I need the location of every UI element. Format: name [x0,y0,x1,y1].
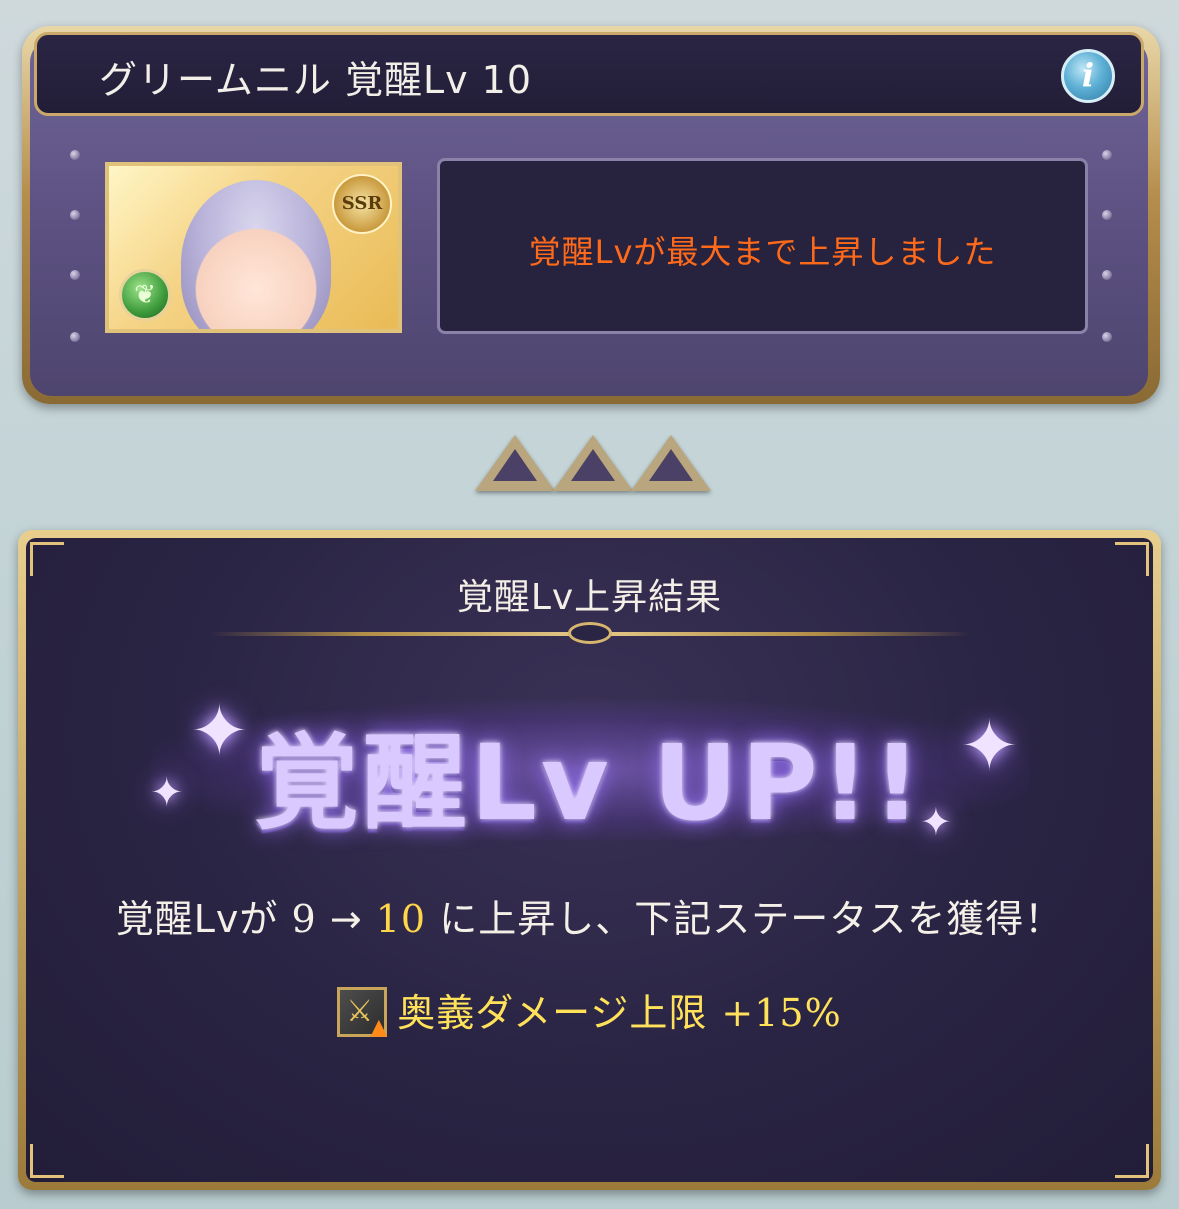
rivet [70,332,80,342]
stat-line: ⚔ ▲ 奥義ダメージ上限 +15% [0,982,1179,1041]
rarity-badge: SSR [332,174,392,234]
wind-element-icon: ❦ [119,269,171,321]
rivet [70,210,80,220]
result-prefix: 覚醒Lvが [115,897,279,941]
message-box: 覚醒Lvが最大まで上昇しました [437,158,1088,334]
rivet [1102,270,1112,280]
max-level-message: 覚醒Lvが最大まで上昇しました [528,233,997,271]
page-title: グリームニル 覚醒Lv 10 [99,58,533,102]
arrow-up-icon [475,435,555,491]
info-button[interactable]: i [1061,49,1115,103]
rivet [1102,210,1112,220]
rivet [70,270,80,280]
rivet [1102,332,1112,342]
rivet [70,150,80,160]
level-up-banner: 覚醒Lv UP!! [254,722,925,844]
corner-ornament [30,1144,64,1178]
arrow-icon: → [329,897,363,941]
rivet [1102,150,1112,160]
divider-ornament [568,622,612,644]
result-title: 覚醒Lv上昇結果 [456,577,723,618]
corner-ornament [1115,1144,1149,1178]
ougi-damage-cap-icon: ⚔ ▲ [337,986,387,1040]
level-from: 9 [291,897,317,941]
character-face-image [181,180,331,329]
result-suffix: に上昇し、下記ステータスを獲得！ [439,897,1064,941]
title-bar: グリームニル 覚醒Lv 10 i [34,32,1144,116]
stat-value: +15% [721,991,842,1035]
arrow-up-icon [631,435,711,491]
info-icon: i [1081,56,1095,94]
character-portrait[interactable]: SSR ❦ [105,162,402,333]
arrow-up-icon [553,435,633,491]
level-to: 10 [375,897,427,941]
result-line: 覚醒Lvが 9 → 10 に上昇し、下記ステータスを獲得！ [0,888,1179,943]
stat-name: 奥義ダメージ上限 [397,991,708,1035]
